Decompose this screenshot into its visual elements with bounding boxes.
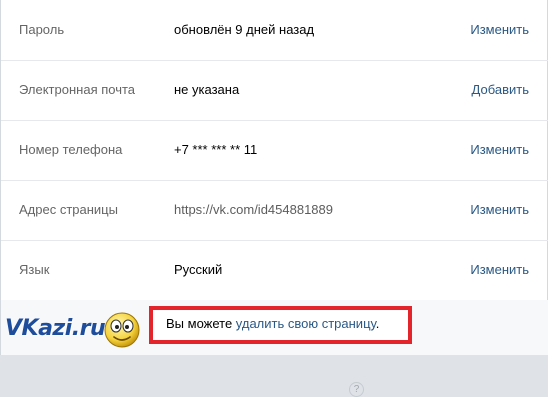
change-password-button[interactable]: Изменить bbox=[470, 0, 529, 60]
watermark-logo: VKazi.ru bbox=[5, 316, 106, 341]
settings-row-password: Пароль обновлён 9 дней назад Изменить bbox=[1, 0, 548, 60]
settings-row-language: Язык Русский Изменить bbox=[1, 240, 548, 300]
delete-page-link[interactable]: удалить свою страницу bbox=[236, 316, 376, 331]
question-circle-icon[interactable]: ? bbox=[349, 382, 364, 397]
add-email-button[interactable]: Добавить bbox=[472, 60, 529, 120]
row-value: +7 *** *** ** 11 bbox=[174, 142, 258, 157]
row-label: Электронная почта bbox=[19, 82, 136, 97]
settings-row-email: Электронная почта не указана Добавить bbox=[1, 60, 548, 120]
delete-page-notice: Вы можете удалить свою страницу. bbox=[166, 316, 379, 331]
change-language-button[interactable]: Изменить bbox=[470, 240, 529, 300]
account-settings-panel: Пароль обновлён 9 дней назад Изменить Эл… bbox=[0, 0, 548, 397]
delete-notice-prefix: Вы можете bbox=[166, 316, 236, 331]
row-value: https://vk.com/id454881889 bbox=[174, 202, 333, 217]
delete-notice-suffix: . bbox=[375, 316, 380, 331]
row-label: Номер телефона bbox=[19, 142, 123, 157]
change-phone-button[interactable]: Изменить bbox=[470, 120, 529, 180]
row-value: обновлён 9 дней назад bbox=[174, 22, 315, 37]
row-value: не указана bbox=[174, 82, 240, 97]
row-label: Пароль bbox=[19, 22, 65, 37]
row-label: Адрес страницы bbox=[19, 202, 118, 217]
row-label: Язык bbox=[19, 262, 50, 277]
change-address-button[interactable]: Изменить bbox=[470, 180, 529, 240]
settings-row-address: Адрес страницы https://vk.com/id45488188… bbox=[1, 180, 548, 397]
settings-row-phone: Номер телефона +7 *** *** ** 11 Изменить bbox=[1, 120, 548, 180]
row-value: Русский bbox=[174, 262, 223, 277]
smiley-face-icon bbox=[104, 312, 140, 348]
